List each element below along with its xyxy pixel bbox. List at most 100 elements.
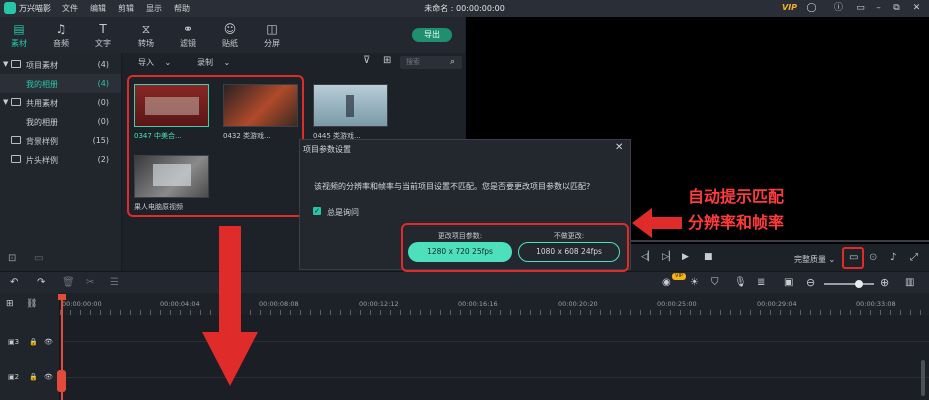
stop-icon[interactable]: ■ bbox=[704, 252, 713, 262]
play-icon[interactable]: ▶ bbox=[682, 252, 689, 262]
tab-text[interactable]: T 文字 bbox=[81, 21, 125, 49]
eye-icon[interactable]: 👁 bbox=[44, 373, 53, 381]
sidebar-item-my-album[interactable]: 我的相册 (4) bbox=[0, 74, 121, 93]
auto-ripple-icon[interactable]: ◉ bbox=[662, 277, 671, 288]
clip-drop-marker bbox=[57, 370, 66, 392]
info-icon[interactable]: ⓘ bbox=[833, 3, 844, 14]
delete-icon[interactable]: 🗑 bbox=[62, 277, 75, 288]
adjust-icon[interactable]: ☰ bbox=[110, 277, 119, 288]
ruler-tick-label: 00:00:20:20 bbox=[558, 300, 598, 308]
vip-badge[interactable]: VIP bbox=[782, 3, 797, 12]
library-sidebar: ▼ 项目素材 (4) 我的相册 (4) ▼ 共用素材 (0) 我的相册 (0) … bbox=[0, 53, 122, 271]
track-headers: ⊞ ⛓ ▣3 🔒 👁 ▣2 🔒 👁 bbox=[0, 293, 60, 400]
vertical-scrollbar[interactable] bbox=[921, 360, 925, 396]
timeline-layout-icon[interactable]: ▥ bbox=[905, 277, 914, 288]
annotation-text: 自动提示匹配 分辨率和帧率 bbox=[688, 184, 784, 236]
voiceover-list-icon[interactable]: ≣ bbox=[757, 277, 765, 288]
snapshot-icon[interactable]: ▣ bbox=[784, 277, 793, 288]
preview-progress-track[interactable] bbox=[631, 240, 929, 242]
buttons-highlight-box bbox=[401, 223, 629, 272]
sidebar-item-count: (15) bbox=[92, 136, 109, 145]
folder-icon bbox=[11, 98, 21, 106]
notification-icon[interactable]: ▭ bbox=[855, 3, 866, 14]
export-button[interactable]: 导出 bbox=[412, 28, 452, 42]
sidebar-item-project-media[interactable]: ▼ 项目素材 (4) bbox=[0, 55, 121, 74]
maximize-icon[interactable]: ⧉ bbox=[891, 3, 902, 14]
tab-filter[interactable]: ⚭ 滤镜 bbox=[166, 21, 210, 49]
lock-icon[interactable]: 🔒 bbox=[29, 373, 38, 381]
track-divider bbox=[61, 377, 929, 378]
always-ask-label: 总是询问 bbox=[327, 208, 359, 217]
cut-icon[interactable]: ✂ bbox=[86, 277, 94, 288]
step-back-icon[interactable]: ▷▏ bbox=[662, 252, 676, 262]
tab-sticker[interactable]: ☺ 贴纸 bbox=[208, 21, 252, 49]
sidebar-item-shared-album[interactable]: 我的相册 (0) bbox=[0, 112, 121, 131]
annotation-line-2: 分辨率和帧率 bbox=[688, 213, 785, 232]
close-icon[interactable]: ✕ bbox=[911, 3, 922, 14]
tab-label: 贴纸 bbox=[222, 39, 238, 48]
ruler-tick-label: 00:00:25:00 bbox=[657, 300, 697, 308]
render-icon[interactable]: ☀ bbox=[690, 277, 699, 288]
tab-transition[interactable]: ⧖ 转场 bbox=[124, 21, 168, 49]
title-bar: 万兴喵影 文件 编辑 剪辑 显示 帮助 未命名 : 00:00:00:00 VI… bbox=[0, 0, 929, 17]
minimize-icon[interactable]: – bbox=[873, 3, 884, 14]
track-header-2: ▣2 bbox=[8, 373, 19, 381]
camera-icon[interactable]: ⊙ bbox=[869, 252, 877, 263]
tab-label: 分屏 bbox=[264, 39, 280, 48]
quality-label: 完整质量 bbox=[794, 255, 826, 264]
dialog-close-icon[interactable]: ✕ bbox=[615, 142, 623, 153]
timeline-tracks[interactable] bbox=[61, 315, 929, 400]
ruler-tick-label: 00:00:04:04 bbox=[160, 300, 200, 308]
ruler-tick-label: 00:00:29:04 bbox=[757, 300, 797, 308]
caret-down-icon[interactable]: ▼ bbox=[3, 98, 8, 106]
shield-icon[interactable]: ⛉ bbox=[711, 277, 719, 288]
chevron-down-icon: ⌄ bbox=[164, 58, 172, 67]
import-button[interactable]: 导入 ⌄ bbox=[138, 57, 171, 68]
folder-icon[interactable]: ▭ bbox=[34, 253, 43, 264]
record-button[interactable]: 录制 ⌄ bbox=[197, 57, 230, 68]
display-icon-highlight bbox=[842, 247, 864, 269]
folder-icon bbox=[11, 60, 21, 68]
account-icon[interactable]: ◯ bbox=[806, 3, 817, 14]
lock-icon[interactable]: 🔒 bbox=[29, 338, 38, 346]
redo-icon[interactable]: ↷ bbox=[37, 277, 45, 288]
link-icon[interactable]: ⛓ bbox=[26, 299, 37, 309]
zoom-slider-handle[interactable] bbox=[855, 280, 863, 288]
sidebar-item-intro-samples[interactable]: 片头样例 (2) bbox=[0, 150, 121, 169]
grid-view-icon[interactable]: ⊞ bbox=[383, 55, 391, 66]
media-thumbnail[interactable] bbox=[313, 84, 388, 127]
undo-icon[interactable]: ↶ bbox=[10, 277, 18, 288]
track-header-3: ▣3 bbox=[8, 338, 19, 346]
timeline-ruler[interactable]: 00:00:00:00 00:00:04:04 00:00:08:08 00:0… bbox=[60, 293, 929, 315]
new-folder-icon[interactable]: ⊡ bbox=[8, 253, 16, 264]
always-ask-checkbox[interactable]: ✓ bbox=[313, 207, 321, 215]
tab-label: 转场 bbox=[138, 39, 154, 48]
quality-select[interactable]: 完整质量 ⌄ bbox=[794, 254, 835, 265]
sidebar-item-background-samples[interactable]: 背景样例 (15) bbox=[0, 131, 121, 150]
prev-frame-icon[interactable]: ◁▏ bbox=[641, 252, 655, 262]
add-track-icon[interactable]: ⊞ bbox=[6, 299, 14, 309]
zoom-slider[interactable] bbox=[824, 283, 874, 285]
zoom-out-icon[interactable]: ⊖ bbox=[806, 276, 815, 289]
zoom-in-icon[interactable]: ⊕ bbox=[880, 276, 889, 289]
sidebar-item-shared-media[interactable]: ▼ 共用素材 (0) bbox=[0, 93, 121, 112]
tab-media[interactable]: ▤ 素材 bbox=[0, 21, 41, 49]
ruler-tick-label: 00:00:08:08 bbox=[259, 300, 299, 308]
caret-down-icon[interactable]: ▼ bbox=[3, 60, 8, 68]
fullscreen-icon[interactable]: ⤢ bbox=[910, 252, 918, 263]
tab-split-screen[interactable]: ◫ 分屏 bbox=[250, 21, 294, 49]
tab-label: 滤镜 bbox=[180, 39, 196, 48]
track-divider bbox=[61, 341, 929, 342]
tab-label: 音频 bbox=[53, 39, 69, 48]
music-note-icon: ♫ bbox=[55, 22, 67, 36]
volume-icon[interactable]: ♪ bbox=[890, 252, 896, 263]
microphone-icon[interactable]: 🎙 bbox=[734, 277, 747, 288]
annotation-arrow-down-icon bbox=[202, 226, 258, 386]
eye-icon[interactable]: 👁 bbox=[44, 338, 53, 346]
playhead-handle[interactable] bbox=[58, 294, 66, 300]
search-icon[interactable]: ⌕ bbox=[450, 57, 455, 67]
record-label: 录制 bbox=[197, 58, 213, 67]
tab-audio[interactable]: ♫ 音频 bbox=[39, 21, 83, 49]
filter-funnel-icon[interactable]: ⊽ bbox=[363, 55, 370, 66]
media-icon: ▤ bbox=[13, 22, 25, 36]
